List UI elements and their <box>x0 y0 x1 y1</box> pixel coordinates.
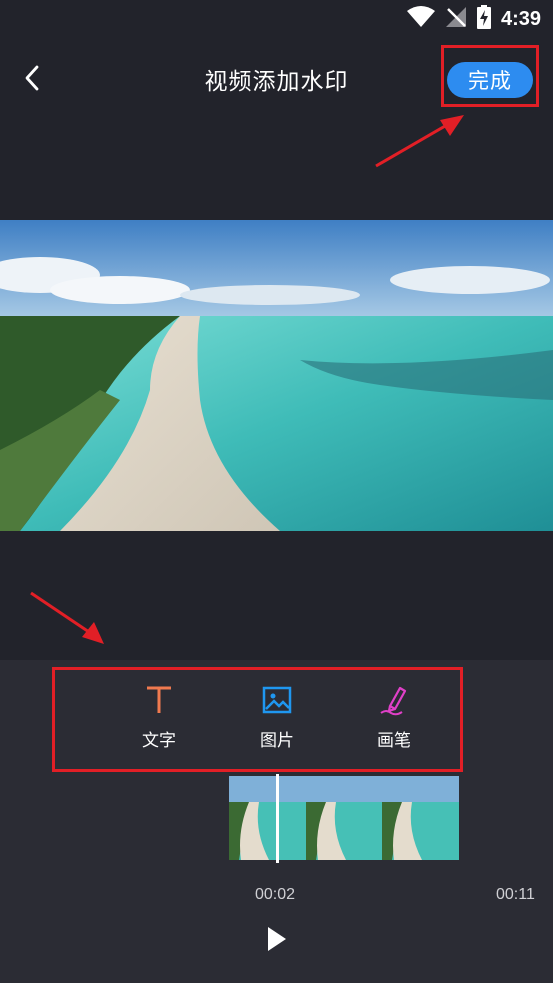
text-icon <box>147 686 171 713</box>
current-time: 00:02 <box>255 886 296 903</box>
image-icon <box>262 686 292 714</box>
battery-charging-icon <box>476 5 491 33</box>
timeline-frame <box>382 776 459 860</box>
tool-image[interactable]: 图片 <box>237 684 317 758</box>
timeline-frame <box>229 776 306 860</box>
video-preview[interactable] <box>0 220 553 531</box>
header: 视频添加水印 完成 <box>0 38 553 120</box>
status-time: 4:39 <box>500 7 541 30</box>
tool-image-label: 图片 <box>260 731 294 751</box>
no-signal-icon <box>445 6 467 32</box>
timeline-frame <box>305 776 383 860</box>
tool-brush[interactable]: 画笔 <box>354 684 434 758</box>
timeline-strip[interactable] <box>229 776 459 860</box>
brush-icon <box>380 686 407 716</box>
status-icons: 4:39 <box>406 5 541 33</box>
annotation-arrow-top <box>375 115 464 168</box>
done-button[interactable]: 完成 <box>447 62 533 98</box>
tool-text-label: 文字 <box>142 731 176 751</box>
annotation-arrow-bottom <box>30 591 104 644</box>
playhead[interactable] <box>276 774 279 863</box>
tool-text[interactable]: 文字 <box>119 684 199 758</box>
beach-scene-image <box>0 220 553 531</box>
total-time: 00:11 <box>496 886 535 903</box>
play-button[interactable] <box>262 922 292 956</box>
status-bar: 4:39 <box>0 0 553 38</box>
wifi-icon <box>406 6 435 32</box>
tool-brush-label: 画笔 <box>377 731 411 751</box>
play-icon <box>268 927 286 951</box>
